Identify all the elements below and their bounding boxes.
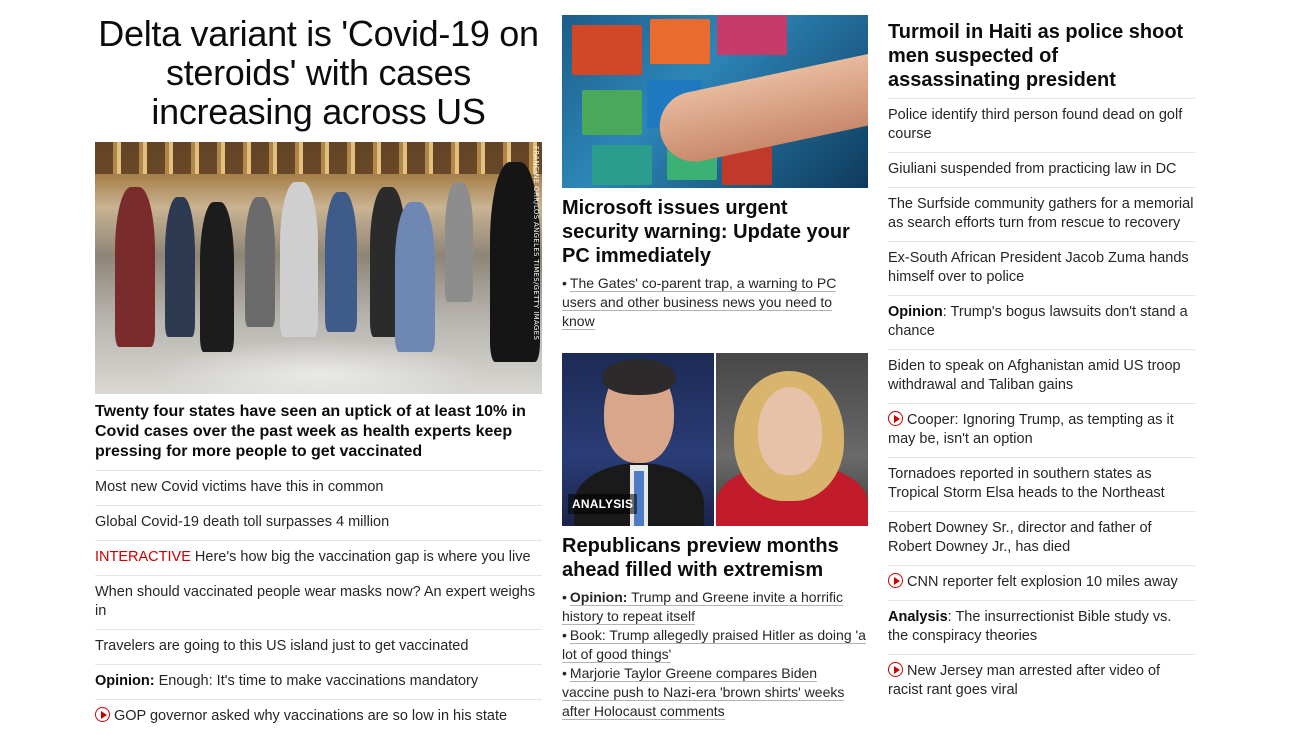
photo-hair — [602, 359, 676, 395]
list-item-text: The Surfside community gathers for a mem… — [888, 196, 1194, 231]
photo-tile — [592, 145, 652, 185]
list-item-text: New Jersey man arrested after video of r… — [888, 663, 1161, 698]
photo-person — [165, 197, 195, 337]
list-item-text: Ex-South African President Jacob Zuma ha… — [888, 250, 1189, 285]
list-item-text: GOP governor asked why vaccinations are … — [114, 708, 508, 724]
photo-person — [200, 202, 234, 352]
interactive-tag: INTERACTIVE — [95, 549, 191, 565]
list-item[interactable]: Police identify third person found dead … — [888, 99, 1195, 153]
list-item-text: Police identify third person found dead … — [888, 107, 1183, 142]
photo-person — [280, 182, 318, 337]
microsoft-photo[interactable] — [562, 15, 868, 188]
list-item[interactable]: Opinion: Trump's bogus lawsuits don't st… — [888, 296, 1195, 350]
photo-person — [325, 192, 357, 332]
microsoft-related-links: • The Gates' co-parent trap, a warning to… — [562, 274, 868, 331]
list-item[interactable]: The Surfside community gathers for a mem… — [888, 188, 1195, 242]
list-item[interactable]: INTERACTIVE Here's how big the vaccinati… — [95, 541, 542, 576]
play-circle-icon — [95, 707, 110, 722]
list-item-text: Giuliani suspended from practicing law i… — [888, 161, 1177, 177]
list-item[interactable]: GOP governor asked why vaccinations are … — [95, 700, 542, 734]
play-circle-icon — [888, 662, 903, 677]
related-link-item: • Marjorie Taylor Greene compares Biden v… — [562, 664, 868, 721]
list-item-text: Global Covid-19 death toll surpasses 4 m… — [95, 514, 390, 530]
list-item[interactable]: Global Covid-19 death toll surpasses 4 m… — [95, 506, 542, 541]
list-item[interactable]: Analysis: The insurrectionist Bible stud… — [888, 601, 1195, 655]
analysis-tag: Analysis — [888, 609, 948, 625]
list-item-text: Tornadoes reported in southern states as… — [888, 466, 1165, 501]
bullet-dot: • — [562, 589, 567, 605]
photo-tile — [717, 15, 787, 55]
list-item-text: Robert Downey Sr., director and father o… — [888, 520, 1152, 555]
photo-tile — [572, 25, 642, 75]
opinion-tag: Opinion: — [95, 673, 155, 689]
photo-face — [758, 387, 822, 475]
opinion-tag: Opinion: — [569, 589, 628, 605]
list-item-text: Cooper: Ignoring Trump, as tempting as i… — [888, 412, 1174, 447]
republicans-related-links: • Opinion: Trump and Greene invite a horr… — [562, 588, 868, 721]
middle-column: Microsoft issues urgent security warning… — [562, 15, 868, 721]
list-item-text: Travelers are going to this US island ju… — [95, 638, 469, 654]
list-item[interactable]: Tornadoes reported in southern states as… — [888, 458, 1195, 512]
photo-tile — [650, 19, 710, 64]
microsoft-headline[interactable]: Microsoft issues urgent security warning… — [562, 196, 868, 268]
haiti-headline[interactable]: Turmoil in Haiti as police shoot men sus… — [888, 20, 1195, 99]
list-item-text: Biden to speak on Afghanistan amid US tr… — [888, 358, 1181, 393]
list-item[interactable]: Travelers are going to this US island ju… — [95, 630, 542, 665]
list-item-text: CNN reporter felt explosion 10 miles awa… — [907, 574, 1178, 590]
lead-photo[interactable]: FRANCINE ORR/LOS ANGELES TIMES/GETTY IMA… — [95, 142, 542, 394]
related-link[interactable]: Opinion: Trump and Greene invite a horri… — [562, 589, 844, 625]
bullet-dot: • — [562, 665, 567, 681]
list-item[interactable]: Giuliani suspended from practicing law i… — [888, 153, 1195, 188]
photo-left-panel: ANALYSIS — [562, 353, 714, 526]
politicians-photo[interactable]: ANALYSIS — [562, 353, 868, 526]
related-link[interactable]: The Gates' co-parent trap, a warning to … — [562, 275, 837, 330]
bullet-dot: • — [562, 627, 567, 643]
list-item[interactable]: Cooper: Ignoring Trump, as tempting as i… — [888, 404, 1195, 458]
list-item-text: When should vaccinated people wear masks… — [95, 584, 536, 619]
photo-credit: FRANCINE ORR/LOS ANGELES TIMES/GETTY IMA… — [532, 146, 540, 341]
related-link[interactable]: Book: Trump allegedly praised Hitler as … — [562, 627, 866, 663]
list-item[interactable]: Robert Downey Sr., director and father o… — [888, 512, 1195, 566]
photo-person — [445, 182, 473, 302]
lead-headline[interactable]: Delta variant is 'Covid-19 on steroids' … — [95, 14, 542, 134]
list-item[interactable]: Biden to speak on Afghanistan amid US tr… — [888, 350, 1195, 404]
list-item[interactable]: When should vaccinated people wear masks… — [95, 576, 542, 630]
lead-column: Delta variant is 'Covid-19 on steroids' … — [95, 14, 542, 734]
related-link[interactable]: Marjorie Taylor Greene compares Biden va… — [562, 665, 845, 720]
opinion-tag: Opinion — [888, 304, 943, 320]
photo-person — [245, 197, 275, 327]
related-link-item: • Book: Trump allegedly praised Hitler as… — [562, 626, 868, 664]
photo-ceiling — [95, 142, 542, 174]
list-item-text: Here's how big the vaccination gap is wh… — [194, 549, 531, 565]
list-item[interactable]: Ex-South African President Jacob Zuma ha… — [888, 242, 1195, 296]
analysis-badge: ANALYSIS — [568, 494, 638, 514]
list-item[interactable]: Most new Covid victims have this in comm… — [95, 471, 542, 506]
list-item[interactable]: New Jersey man arrested after video of r… — [888, 655, 1195, 708]
bullet-dot: • — [562, 275, 567, 291]
related-link-item: • The Gates' co-parent trap, a warning to… — [562, 274, 868, 331]
photo-person — [395, 202, 435, 352]
list-item[interactable]: Opinion: Enough: It's time to make vacci… — [95, 665, 542, 700]
lead-subheadline[interactable]: Twenty four states have seen an uptick o… — [95, 402, 542, 471]
play-circle-icon — [888, 573, 903, 588]
right-column: Turmoil in Haiti as police shoot men sus… — [888, 20, 1195, 708]
related-link-item: • Opinion: Trump and Greene invite a horr… — [562, 588, 868, 626]
photo-person — [115, 187, 155, 347]
photo-tile — [582, 90, 642, 135]
list-item-text: Most new Covid victims have this in comm… — [95, 479, 384, 495]
photo-right-panel — [716, 353, 868, 526]
list-item[interactable]: CNN reporter felt explosion 10 miles awa… — [888, 566, 1195, 601]
list-item-text: Enough: It's time to make vaccinations m… — [158, 673, 479, 689]
play-circle-icon — [888, 411, 903, 426]
republicans-headline[interactable]: Republicans preview months ahead filled … — [562, 534, 868, 582]
